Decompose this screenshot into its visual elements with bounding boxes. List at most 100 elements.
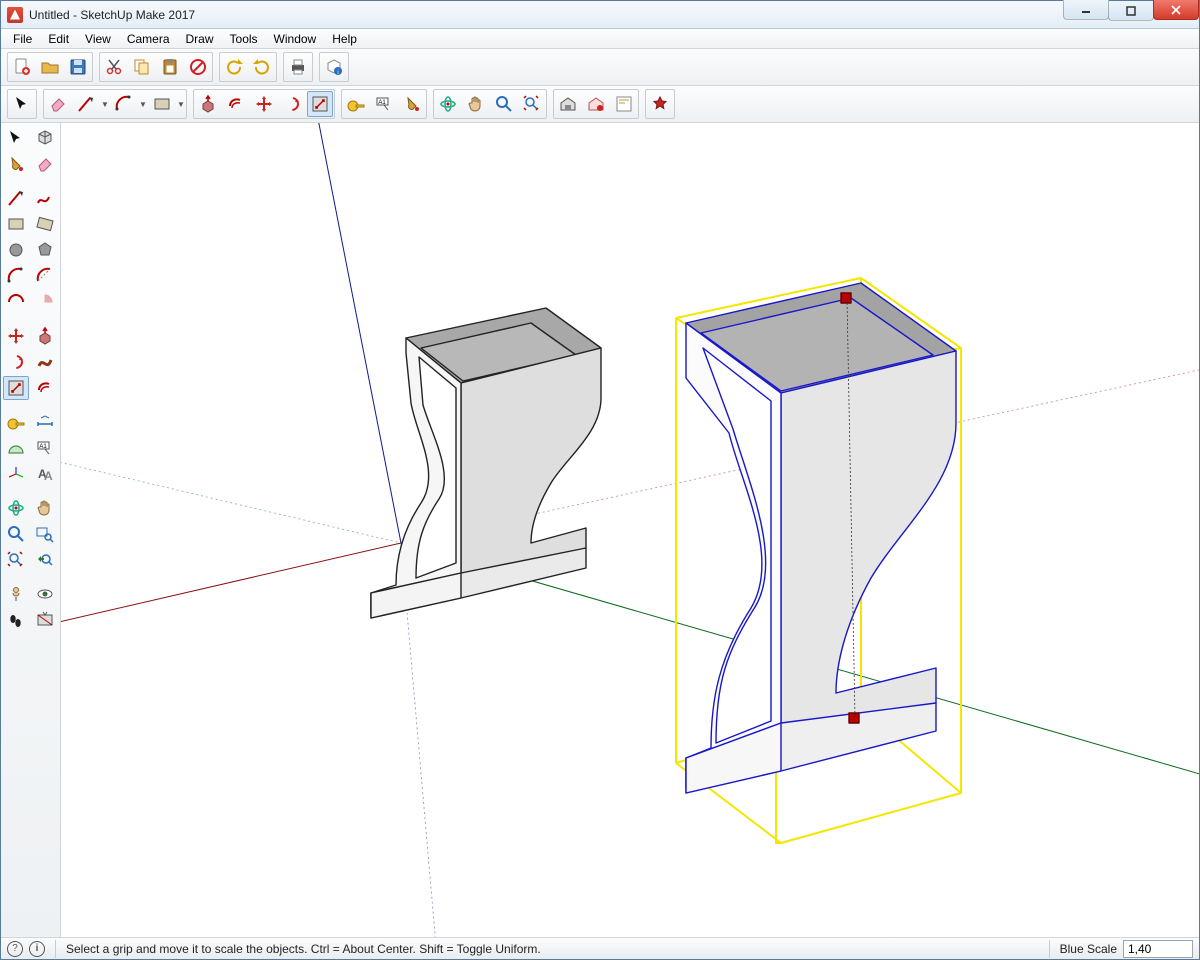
separator (1049, 940, 1050, 958)
instructor-icon[interactable]: i (29, 941, 45, 957)
save-file-icon[interactable] (65, 54, 91, 80)
orbit-tool-icon[interactable] (435, 91, 461, 117)
cut-icon[interactable] (101, 54, 127, 80)
freehand-tool-icon[interactable] (32, 186, 58, 210)
help-icon[interactable]: ? (7, 941, 23, 957)
arc-tool-icon[interactable] (111, 91, 137, 117)
viewport[interactable] (61, 123, 1199, 937)
paint-tool-icon[interactable] (399, 91, 425, 117)
make-component-icon[interactable] (32, 126, 58, 150)
spacer (3, 574, 30, 580)
paste-icon[interactable] (157, 54, 183, 80)
scale-tool-icon[interactable] (307, 91, 333, 117)
pushpull-tool-icon[interactable] (195, 91, 221, 117)
line-tool-icon[interactable] (73, 91, 99, 117)
select-tool-icon[interactable] (3, 126, 29, 150)
svg-text:A1: A1 (378, 100, 386, 106)
menu-file[interactable]: File (5, 30, 40, 48)
menu-window[interactable]: Window (266, 30, 325, 48)
orbit-tool-icon[interactable] (3, 496, 29, 520)
minimize-button[interactable] (1063, 0, 1109, 20)
layout-icon[interactable] (611, 91, 637, 117)
new-file-icon[interactable] (9, 54, 35, 80)
menu-edit[interactable]: Edit (40, 30, 77, 48)
rotate-tool-icon[interactable] (3, 350, 29, 374)
ext-warehouse-icon[interactable] (583, 91, 609, 117)
offset-tool-icon[interactable] (223, 91, 249, 117)
section-plane-icon[interactable] (32, 608, 58, 632)
zoom-tool-icon[interactable] (3, 522, 29, 546)
statusbar: ? i Select a grip and move it to scale t… (1, 937, 1199, 959)
move-tool-icon[interactable] (251, 91, 277, 117)
3dtext-tool-icon[interactable]: AA (32, 462, 58, 486)
rotate-tool-icon[interactable] (279, 91, 305, 117)
move-tool-icon[interactable] (3, 324, 29, 348)
rectangle-tool-icon[interactable] (3, 212, 29, 236)
eraser-tool-icon[interactable] (32, 152, 58, 176)
menu-view[interactable]: View (77, 30, 119, 48)
rectangle-tool-icon-dropdown[interactable]: ▼ (177, 91, 185, 117)
spacer (32, 574, 59, 580)
line-tool-icon[interactable] (3, 186, 29, 210)
pan-tool-icon[interactable] (32, 496, 58, 520)
spacer (3, 488, 30, 494)
rectangle-tool-icon[interactable] (149, 91, 175, 117)
menu-draw[interactable]: Draw (178, 30, 222, 48)
delete-icon[interactable] (185, 54, 211, 80)
eraser-tool-icon[interactable] (45, 91, 71, 117)
zoom-window-icon[interactable] (32, 522, 58, 546)
scale-tool-icon[interactable] (3, 376, 29, 400)
line-tool-icon-dropdown[interactable]: ▼ (101, 91, 109, 117)
text-tool-icon[interactable]: A1 (32, 436, 58, 460)
text-tool-icon[interactable]: A1 (371, 91, 397, 117)
rotated-rect-icon[interactable] (32, 212, 58, 236)
circle-tool-icon[interactable] (3, 238, 29, 262)
axes-tool-icon[interactable] (3, 462, 29, 486)
measurement-input[interactable] (1123, 940, 1193, 958)
spacer (32, 402, 59, 408)
app-icon (7, 7, 23, 23)
redo-icon[interactable] (249, 54, 275, 80)
followme-tool-icon[interactable] (32, 350, 58, 374)
menu-camera[interactable]: Camera (119, 30, 178, 48)
spacer (32, 488, 59, 494)
tape-tool-icon[interactable] (3, 410, 29, 434)
tape-tool-icon[interactable] (343, 91, 369, 117)
arc2-tool-icon[interactable] (32, 264, 58, 288)
menubar: FileEditViewCameraDrawToolsWindowHelp (1, 29, 1199, 49)
arc-tool-icon-dropdown[interactable]: ▼ (139, 91, 147, 117)
select-tool-icon[interactable] (9, 91, 35, 117)
pushpull-tool-icon[interactable] (32, 324, 58, 348)
arc3-tool-icon[interactable] (3, 290, 29, 314)
menu-help[interactable]: Help (324, 30, 365, 48)
look-around-icon[interactable] (32, 582, 58, 606)
previous-view-icon[interactable] (32, 548, 58, 572)
arc-tool-icon[interactable] (3, 264, 29, 288)
menu-tools[interactable]: Tools (222, 30, 266, 48)
warehouse-icon[interactable] (555, 91, 581, 117)
svg-text:A: A (44, 469, 53, 483)
walk-tool-icon[interactable] (3, 608, 29, 632)
open-file-icon[interactable] (37, 54, 63, 80)
model-info-icon[interactable]: i (321, 54, 347, 80)
copy-icon[interactable] (129, 54, 155, 80)
polygon-tool-icon[interactable] (32, 238, 58, 262)
protractor-tool-icon[interactable] (3, 436, 29, 460)
paint-tool-icon[interactable] (3, 152, 29, 176)
pie-tool-icon[interactable] (32, 290, 58, 314)
undo-icon[interactable] (221, 54, 247, 80)
close-button[interactable] (1153, 0, 1199, 20)
titlebar: Untitled - SketchUp Make 2017 (1, 1, 1199, 29)
standard-toolbar: i (1, 49, 1199, 86)
pan-tool-icon[interactable] (463, 91, 489, 117)
zoom-extents-icon[interactable] (3, 548, 29, 572)
ext-manager-icon[interactable] (647, 91, 673, 117)
maximize-button[interactable] (1108, 1, 1154, 21)
zoom-extents-icon[interactable] (519, 91, 545, 117)
dimension-tool-icon[interactable] (32, 410, 58, 434)
separator (55, 940, 56, 958)
offset-tool-icon[interactable] (32, 376, 58, 400)
zoom-tool-icon[interactable] (491, 91, 517, 117)
print-icon[interactable] (285, 54, 311, 80)
position-camera-icon[interactable] (3, 582, 29, 606)
